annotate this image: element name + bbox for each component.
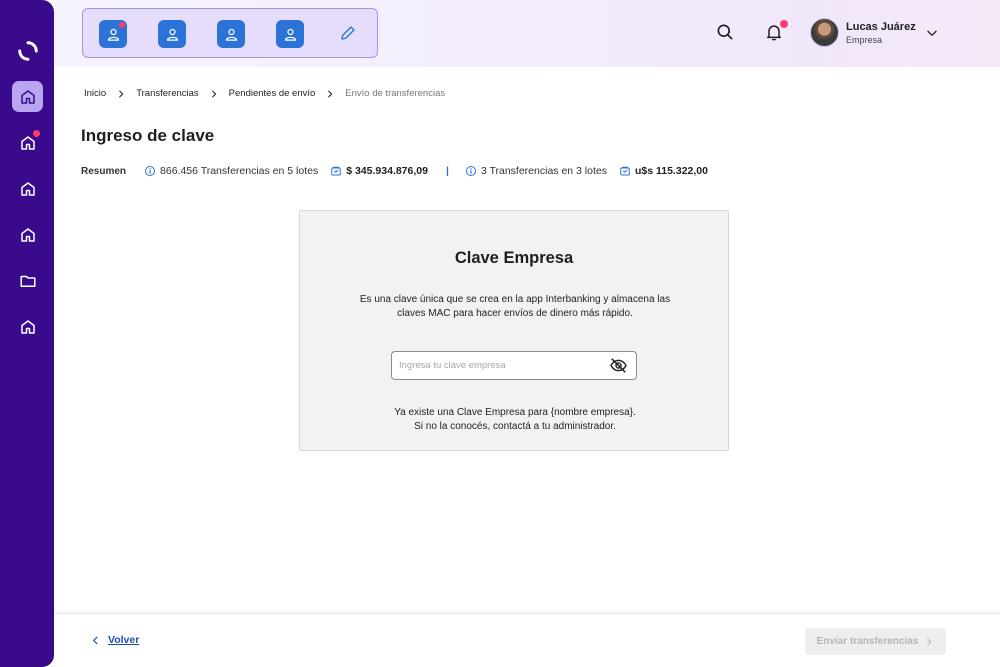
chevron-right-icon: [927, 638, 932, 645]
quick-action-user-1[interactable]: [99, 20, 127, 48]
notification-badge: [33, 130, 40, 137]
back-link[interactable]: Volver: [90, 634, 139, 646]
avatar[interactable]: [810, 18, 839, 47]
notification-badge: [780, 20, 788, 28]
transfer-summary: Resumen 866.456 Transferencias en 5 lote…: [81, 165, 708, 177]
wallet-icon: [331, 166, 341, 176]
breadcrumb: Inicio Transferencias Pendientes de enví…: [84, 88, 445, 99]
notifications-button[interactable]: [764, 20, 788, 42]
quick-action-user-4[interactable]: [276, 20, 304, 48]
home-icon: [20, 227, 35, 242]
sidebar-item-4[interactable]: [12, 219, 43, 250]
chevron-left-icon: [93, 636, 98, 644]
card-note: Ya existe una Clave Empresa para {nombre…: [340, 406, 690, 434]
summary-divider: |: [445, 165, 449, 177]
breadcrumb-item-transferencias[interactable]: Transferencias: [136, 88, 198, 99]
summary-usd-count: 3 Transferencias en 3 lotes: [480, 165, 607, 177]
user-icon: [107, 28, 119, 41]
top-header: Lucas Juárez Empresa: [54, 0, 1000, 67]
card-title: Clave Empresa: [454, 249, 574, 267]
breadcrumb-item-pendientes[interactable]: Pendientes de envío: [229, 88, 316, 99]
summary-ars-count: 866.456 Transferencias en 5 lotes: [160, 165, 319, 177]
info-icon: [145, 166, 156, 176]
home-icon: [20, 181, 35, 196]
home-icon: [20, 89, 35, 104]
card-description: Es una clave única que se crea en la app…: [340, 293, 690, 321]
page-title: Ingreso de clave: [81, 126, 215, 145]
sidebar-item-notifications[interactable]: [12, 127, 43, 158]
search-icon[interactable]: [715, 22, 735, 42]
breadcrumb-item-inicio[interactable]: Inicio: [84, 88, 106, 99]
chevron-right-icon: [119, 90, 124, 97]
user-role: Empresa: [846, 35, 883, 45]
send-transfers-label: Enviar transferencias: [816, 636, 919, 647]
chevron-down-icon[interactable]: [925, 26, 939, 40]
user-name: Lucas Juárez: [846, 21, 916, 33]
card-note-line-2: Si no la conocés, contactá a tu administ…: [414, 421, 616, 432]
sidebar: [0, 0, 54, 667]
card-note-line-1: Ya existe una Clave Empresa para {nombre…: [394, 407, 636, 418]
quick-action-user-3[interactable]: [217, 20, 245, 48]
quick-action-user-2[interactable]: [158, 20, 186, 48]
user-icon: [284, 28, 296, 41]
wallet-icon: [620, 166, 630, 176]
sidebar-item-folder[interactable]: [12, 265, 43, 296]
summary-usd-amount: u$s 115.322,00: [634, 165, 708, 177]
info-icon: [465, 166, 476, 176]
card-description-line-1: Es una clave única que se crea en la app…: [359, 294, 671, 305]
folder-icon: [20, 275, 35, 287]
back-link-label: Volver: [108, 634, 140, 646]
footer-bar: Volver Enviar transferencias: [54, 613, 1000, 667]
breadcrumb-current: Envío de transferencias: [345, 88, 446, 99]
chevron-right-icon: [211, 90, 216, 97]
quick-actions-bar: [82, 8, 378, 58]
eye-off-icon[interactable]: [609, 356, 628, 375]
sidebar-item-3[interactable]: [12, 173, 43, 204]
pencil-icon[interactable]: [339, 24, 357, 42]
brand-logo-icon[interactable]: [17, 40, 39, 62]
sidebar-item-6[interactable]: [12, 311, 43, 342]
sidebar-item-home[interactable]: [12, 81, 43, 112]
chevron-right-icon: [328, 90, 333, 97]
home-icon: [20, 319, 35, 334]
company-key-input[interactable]: [391, 351, 637, 380]
summary-ars-amount: $ 345.934.876,09: [346, 165, 428, 177]
user-icon: [166, 28, 178, 41]
company-key-card: Clave Empresa Es una clave única que se …: [299, 210, 729, 451]
summary-label: Resumen: [81, 165, 127, 177]
notification-badge: [119, 22, 125, 28]
user-icon: [225, 28, 237, 41]
card-description-line-2: claves MAC para hacer envíos de dinero m…: [397, 308, 633, 319]
send-transfers-button[interactable]: Enviar transferencias: [805, 628, 946, 655]
